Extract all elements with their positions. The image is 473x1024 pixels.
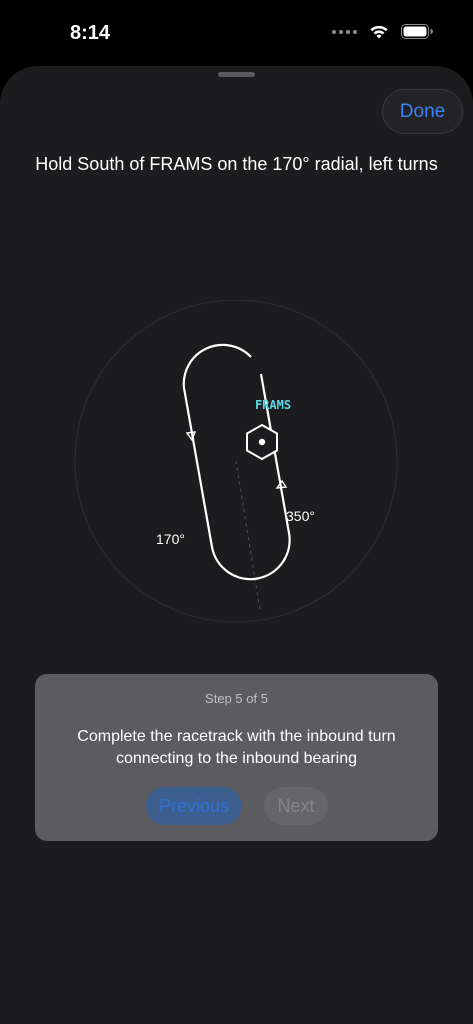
sheet-grabber[interactable]	[218, 72, 255, 77]
battery-icon	[401, 24, 433, 39]
status-icons	[332, 24, 433, 39]
wifi-icon	[370, 25, 388, 39]
holding-pattern-diagram: FRAMS 170° 350°	[74, 300, 398, 623]
step-instruction: Complete the racetrack with the inbound …	[77, 728, 396, 767]
previous-button[interactable]: Previous	[146, 787, 242, 825]
status-time: 8:14	[70, 22, 111, 44]
radial-centerline	[235, 460, 261, 611]
fix-name-label: FRAMS	[255, 398, 291, 412]
cellular-signal-icon	[332, 29, 357, 34]
fix-dot-icon	[258, 438, 266, 446]
inbound-bearing-label: 350°	[286, 508, 315, 524]
status-bar: 8:14	[0, 0, 473, 66]
hold-instruction-title: Hold South of FRAMS on the 170° radial, …	[35, 154, 438, 174]
step-counter: Step 5 of 5	[205, 691, 268, 706]
next-button[interactable]: Next	[264, 787, 328, 825]
hold-sheet: Done Hold South of FRAMS on the 170° rad…	[0, 66, 473, 1024]
step-panel: Step 5 of 5 Complete the racetrack with …	[35, 674, 438, 841]
done-button[interactable]: Done	[382, 89, 463, 134]
outbound-bearing-label: 170°	[156, 531, 185, 547]
